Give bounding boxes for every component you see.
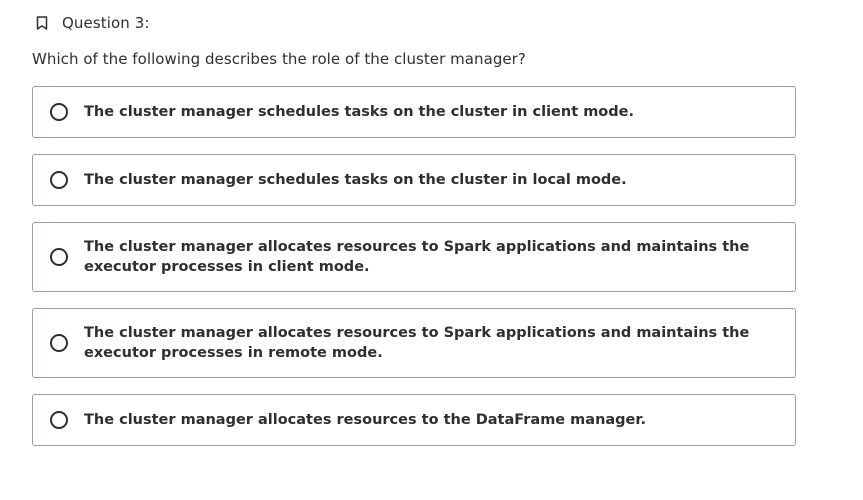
answer-option-1[interactable]: The cluster manager schedules tasks on t… [32,86,796,138]
radio-button-icon[interactable] [50,171,68,189]
answer-option-label: The cluster manager allocates resources … [84,239,750,275]
answer-options: The cluster manager schedules tasks on t… [32,86,796,462]
radio-button-icon[interactable] [50,103,68,121]
answer-option-label: The cluster manager schedules tasks on t… [84,172,627,188]
answer-option-2[interactable]: The cluster manager schedules tasks on t… [32,154,796,206]
answer-option-label: The cluster manager allocates resources … [84,325,750,361]
radio-button-icon[interactable] [50,411,68,429]
answer-option-label: The cluster manager schedules tasks on t… [84,104,634,120]
answer-option-5[interactable]: The cluster manager allocates resources … [32,394,796,446]
answer-option-3[interactable]: The cluster manager allocates resources … [32,222,796,292]
bookmark-icon[interactable] [33,14,51,32]
question-header: Question 3: [33,13,150,33]
bookmark-outline-icon [36,16,48,30]
radio-button-icon[interactable] [50,248,68,266]
radio-button-icon[interactable] [50,334,68,352]
quiz-page: Question 3: Which of the following descr… [0,0,863,500]
answer-option-label: The cluster manager allocates resources … [84,412,646,428]
question-prompt: Which of the following describes the rol… [32,50,526,68]
answer-option-4[interactable]: The cluster manager allocates resources … [32,308,796,378]
question-title: Question 3: [62,14,150,32]
